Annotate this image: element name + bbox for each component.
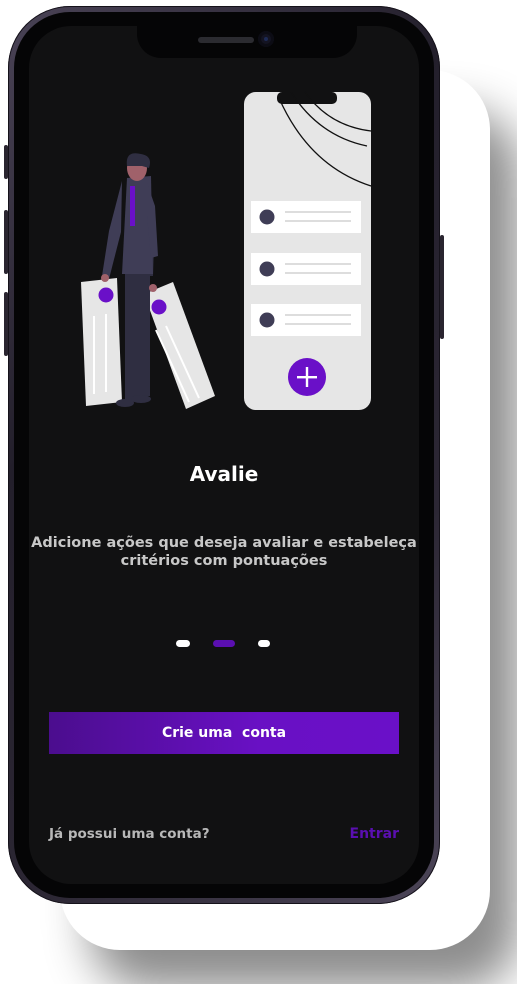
front-camera [258,31,274,47]
page-dot-2-active[interactable] [213,640,235,647]
has-account-label: Já possui uma conta? [49,826,210,842]
side-button-power [440,235,444,339]
onboarding-illustration [81,91,372,410]
side-button-mute [4,145,8,179]
onboarding-title: Avalie [189,462,259,486]
pagination-dots [29,640,419,648]
page-dot-1[interactable] [176,640,190,647]
app-screen: Avalie Adicione ações que deseja avaliar… [29,26,419,884]
onboarding-description: Adicione ações que deseja avaliar e esta… [31,535,417,569]
side-button-volume-up [4,210,8,274]
list-card-1 [251,201,361,233]
create-account-button[interactable]: Crie uma conta [49,712,399,754]
side-button-volume-down [4,292,8,356]
list-card-3 [251,304,361,336]
phone-illustration [244,91,372,410]
plus-button-illustration [288,358,326,396]
list-card-2 [251,253,361,285]
person-illustration [81,153,215,409]
page-dot-3[interactable] [258,640,270,647]
speaker-grille [198,37,254,43]
login-link[interactable]: Entrar [350,826,399,842]
